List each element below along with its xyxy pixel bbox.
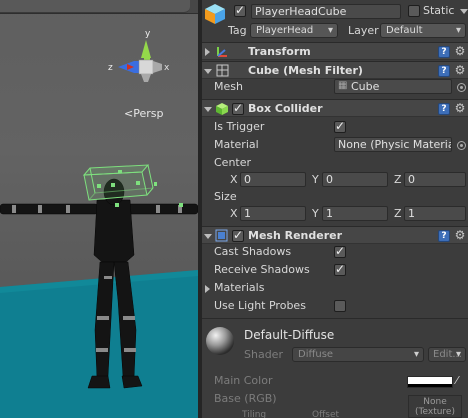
box-collider-header[interactable]: Box Collider ? ⚙ [202,99,468,117]
size-y-label: Y [312,207,319,220]
offset-label: Offset [312,410,340,418]
materials-label[interactable]: Materials [214,281,264,294]
cast-shadows-checkbox[interactable] [334,244,346,258]
size-x-label: X [230,207,238,220]
help-icon[interactable]: ? [438,230,450,242]
transform-header[interactable]: Transform ? ⚙ [202,42,468,60]
collapse-arrow-icon[interactable] [204,234,212,239]
object-picker-icon[interactable] [457,141,466,150]
layer-dropdown[interactable]: Default [380,23,466,38]
box-collider-enabled-checkbox[interactable] [232,101,244,115]
center-z-field[interactable]: 0 [404,172,466,187]
center-y-label: Y [312,173,319,186]
center-label: Center [214,156,252,169]
edit-shader-button[interactable]: Edit... [428,347,466,362]
size-label: Size [214,190,237,203]
is-trigger-checkbox[interactable] [334,119,346,133]
object-picker-icon[interactable] [457,83,466,92]
gear-icon[interactable]: ⚙ [454,45,466,57]
object-name-field[interactable]: PlayerHeadCube [251,4,401,19]
box-collider-icon [216,103,228,115]
mesh-value: Cube [351,80,380,93]
box-collider-title: Box Collider [248,102,323,115]
collapse-arrow-icon[interactable] [204,69,212,74]
mesh-asset-icon: ▦ [338,80,348,91]
mesh-renderer-enabled-checkbox[interactable] [232,228,244,242]
material-label: Material [214,138,259,151]
base-texture-slot[interactable]: None (Texture) [408,395,462,418]
center-x-field[interactable]: 0 [240,172,306,187]
material-sphere-icon [206,327,234,355]
base-texture-label: Base (RGB) [214,392,277,405]
gear-icon[interactable]: ⚙ [454,102,466,114]
main-color-label: Main Color [214,374,273,387]
light-probes-label: Use Light Probes [214,299,306,312]
static-label: Static [423,4,455,17]
tag-label: Tag [228,24,247,37]
texture-none-label: None [423,397,447,407]
mesh-field[interactable]: Cube [334,79,452,94]
shader-label: Shader [244,348,283,361]
transform-title: Transform [248,45,311,58]
size-y-field[interactable]: 1 [322,206,388,221]
light-probes-checkbox[interactable] [334,300,346,312]
eyedropper-icon[interactable]: ⁄ [456,375,466,386]
texture-type-label: (Texture) [415,407,455,417]
center-z-label: Z [394,173,402,186]
mesh-filter-title: Cube (Mesh Filter) [248,64,363,77]
projection-toggle[interactable]: <Persp [124,107,163,120]
materials-expand-icon[interactable] [205,285,210,293]
axis-y-label: y [145,29,151,39]
size-z-label: Z [394,207,402,220]
mesh-renderer-header[interactable]: Mesh Renderer ? ⚙ [202,226,468,244]
persp-arrow-icon: < [124,107,134,120]
axis-x-label: x [164,63,170,73]
receive-shadows-checkbox[interactable] [334,262,346,276]
axis-z-label: z [108,63,113,73]
size-z-field[interactable]: 1 [404,206,466,221]
mesh-filter-icon [216,64,229,77]
receive-shadows-label: Receive Shadows [214,263,310,276]
center-y-field[interactable]: 0 [322,172,388,187]
tag-dropdown[interactable]: PlayerHead [250,23,338,38]
help-icon[interactable]: ? [438,65,450,77]
collapse-arrow-icon[interactable] [204,107,212,112]
mesh-label: Mesh [214,80,243,93]
gameobject-cube-icon [205,4,225,24]
layer-label: Layer [348,24,379,37]
orientation-gizmo: y z x [108,29,170,82]
collapse-arrow-icon[interactable] [205,48,210,56]
gear-icon[interactable]: ⚙ [454,229,466,241]
static-checkbox[interactable] [408,5,420,17]
scene-canvas: y z x [0,29,198,418]
mesh-renderer-icon [215,229,228,242]
help-icon[interactable]: ? [438,46,450,58]
mesh-renderer-title: Mesh Renderer [248,229,343,242]
help-icon[interactable]: ? [438,103,450,115]
physic-material-field[interactable]: None (Physic Material [334,137,452,152]
transform-icon [217,47,227,57]
scene-view[interactable]: y z x <Persp [0,0,198,418]
main-color-swatch[interactable] [407,376,453,388]
material-name: Default-Diffuse [244,328,335,342]
is-trigger-label: Is Trigger [214,120,265,133]
mesh-filter-header[interactable]: Cube (Mesh Filter) ? ⚙ [202,61,468,79]
object-active-checkbox[interactable] [234,3,246,17]
inspector-panel: PlayerHeadCube Static Tag PlayerHead Lay… [202,0,468,418]
size-x-field[interactable]: 1 [240,206,306,221]
tiling-label: Tiling [242,410,267,418]
cast-shadows-label: Cast Shadows [214,245,292,258]
center-x-label: X [230,173,238,186]
projection-label: Persp [133,107,164,120]
shader-dropdown[interactable]: Diffuse [292,347,424,362]
static-dropdown-icon[interactable] [460,9,468,14]
gear-icon[interactable]: ⚙ [454,64,466,76]
